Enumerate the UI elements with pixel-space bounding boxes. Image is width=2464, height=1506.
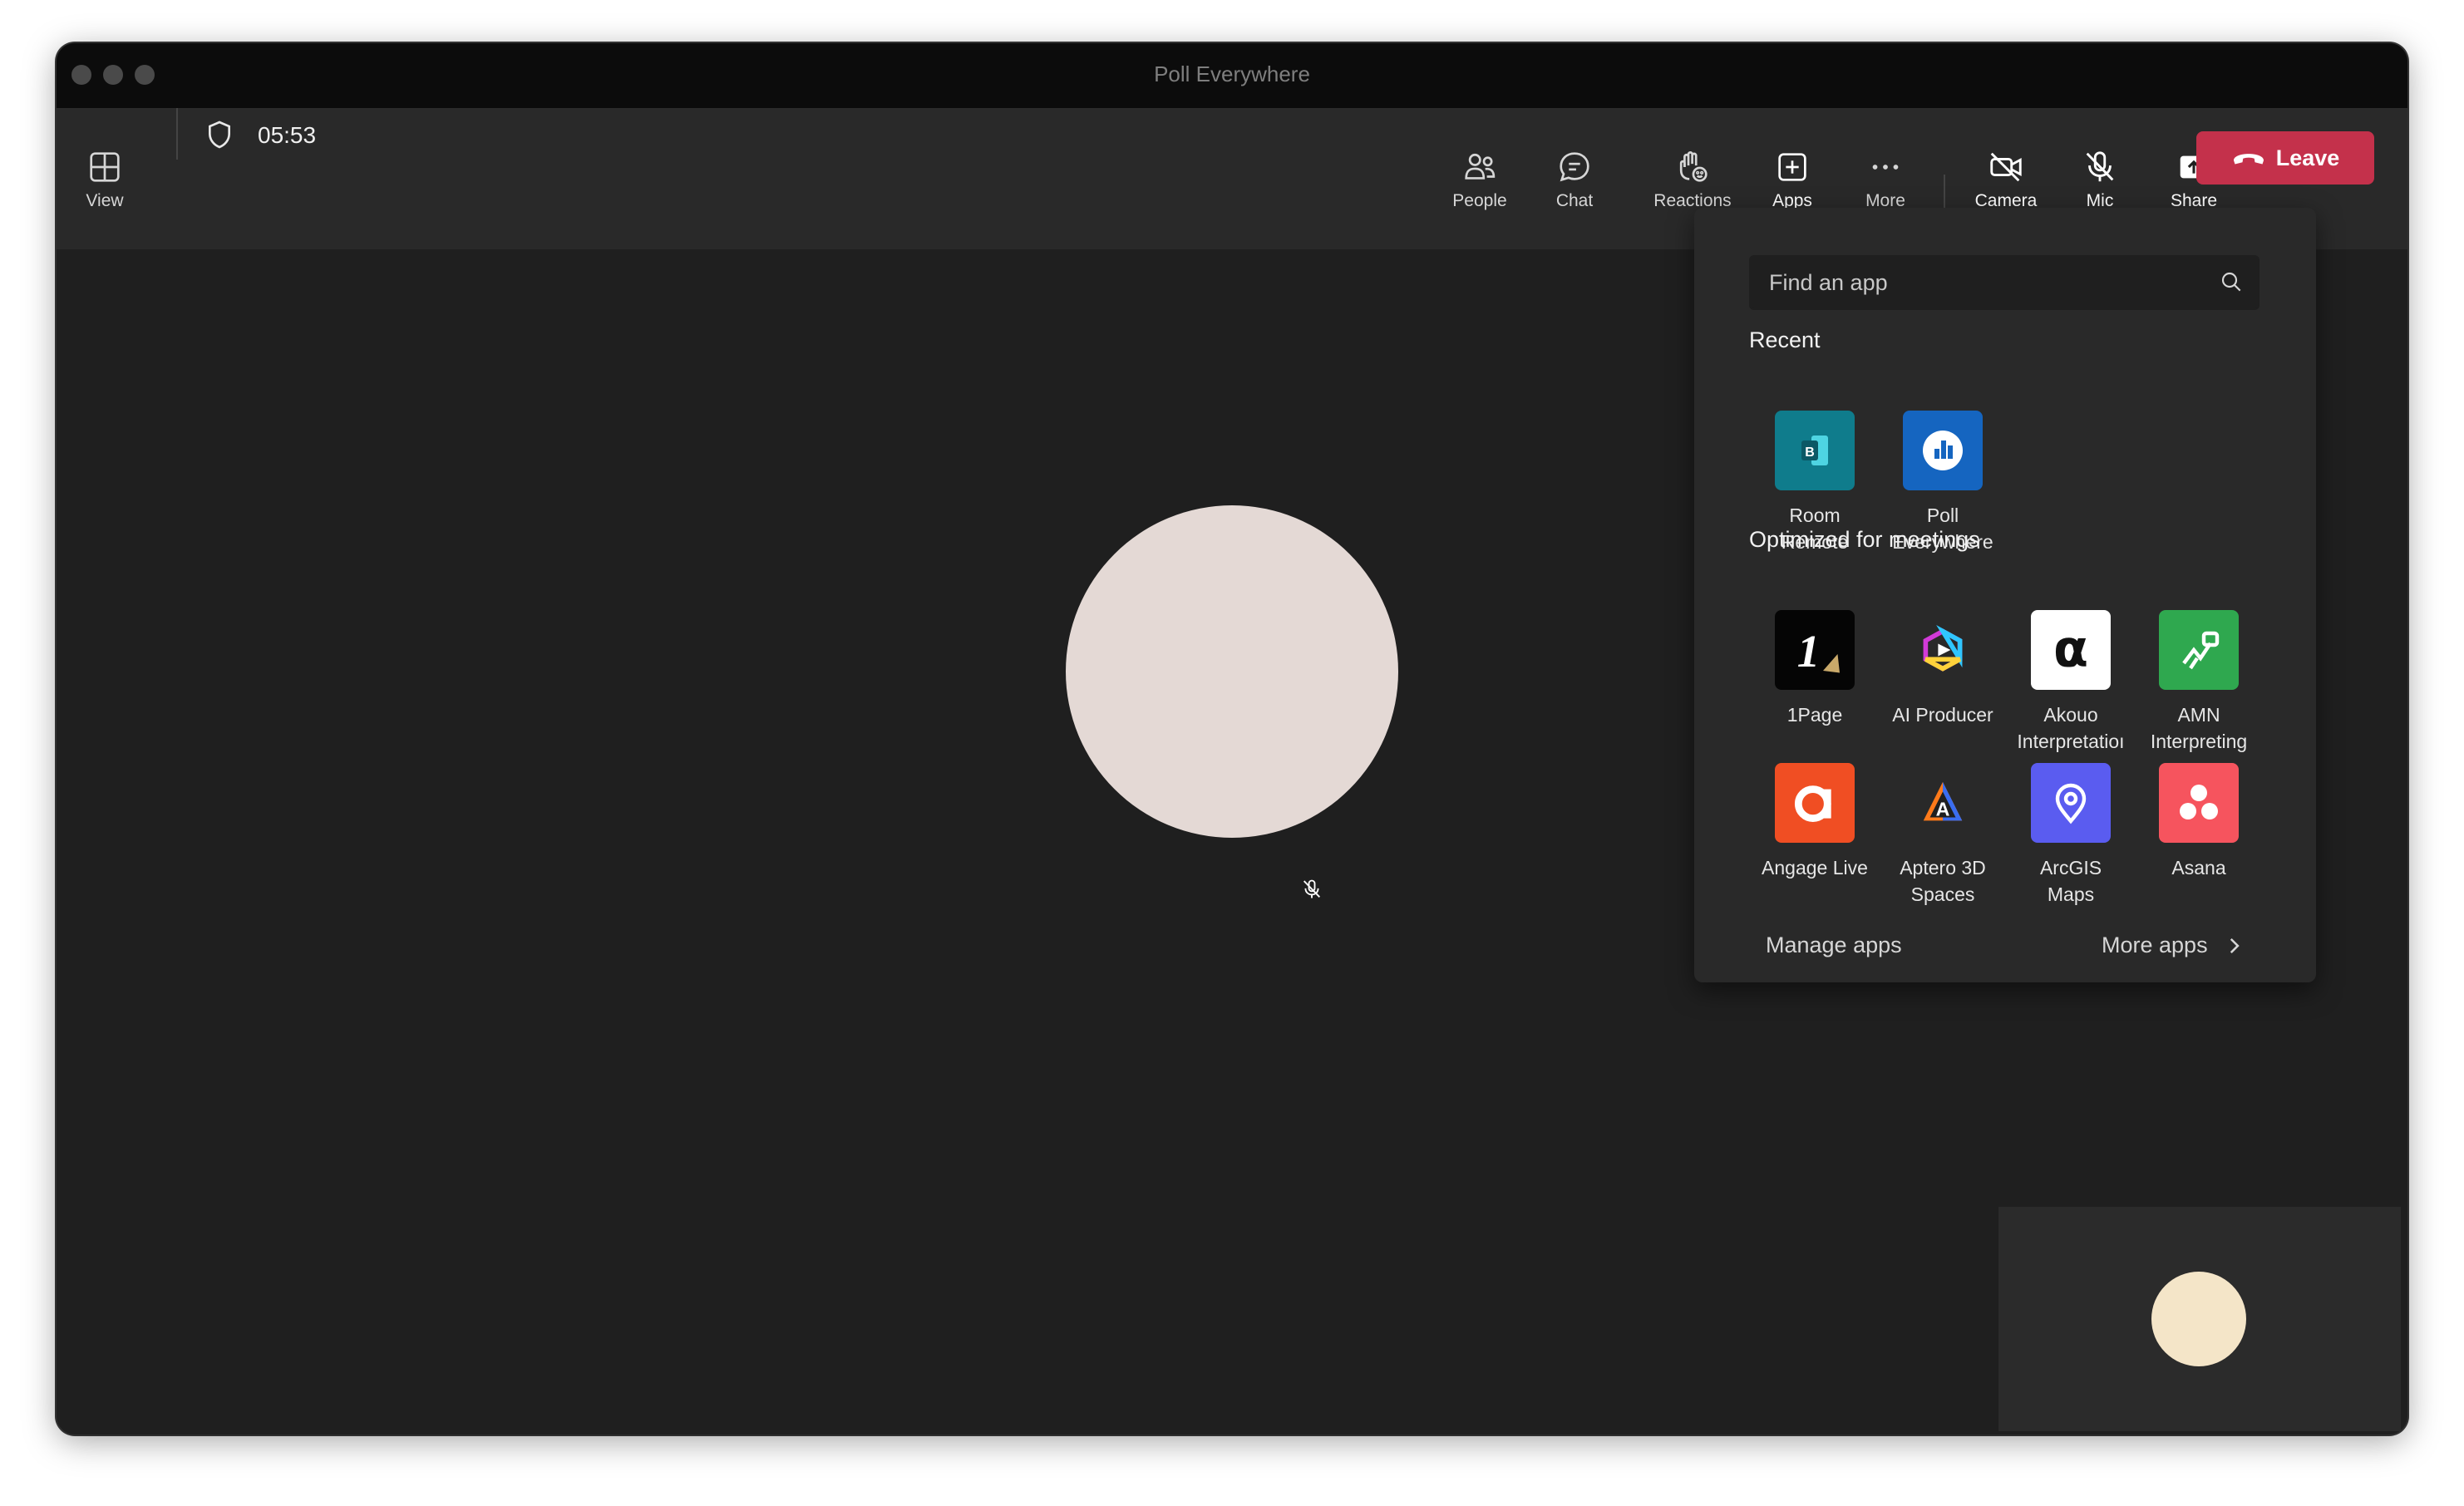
- mic-off-icon: [2086, 151, 2114, 182]
- svg-text:α: α: [2053, 621, 2088, 679]
- app-asana[interactable]: Asana: [2135, 763, 2263, 881]
- people-button[interactable]: People: [1438, 110, 1521, 249]
- camera-off-icon: [1990, 152, 2022, 182]
- app-arcgis-maps[interactable]: ArcGIS Maps: [2007, 763, 2135, 908]
- view-label: View: [86, 191, 124, 210]
- manage-apps-link[interactable]: Manage apps: [1766, 933, 1902, 958]
- amn-interpreting-icon: [2159, 610, 2239, 690]
- poll-everywhere-icon: [1903, 411, 1983, 490]
- app-name: AMN Interpreting: [2150, 704, 2248, 752]
- toolbar-divider: [176, 108, 178, 160]
- app-name: AI Producer: [1892, 704, 1993, 726]
- more-apps-link[interactable]: More apps: [2102, 933, 2243, 958]
- participant-muted-icon: [1303, 879, 1321, 898]
- raised-hand-icon: [1679, 151, 1708, 182]
- asana-icon: [2159, 763, 2239, 843]
- chat-bubble-icon: [1560, 152, 1589, 182]
- find-app-search[interactable]: [1749, 255, 2259, 310]
- svg-text:A: A: [1936, 799, 1950, 820]
- more-apps-label: More apps: [2102, 933, 2208, 957]
- svg-text:1: 1: [1797, 626, 1821, 677]
- people-icon: [1465, 153, 1496, 180]
- title-bar: Poll Everywhere: [57, 43, 2407, 110]
- view-button[interactable]: View: [67, 110, 143, 249]
- angage-live-icon: [1775, 763, 1855, 843]
- optimized-section-title: Optimized for meetings: [1749, 527, 1980, 552]
- app-name: ArcGIS Maps: [2039, 857, 2102, 905]
- aptero-icon: A: [1903, 763, 1983, 843]
- svg-text:B: B: [1805, 445, 1815, 460]
- phone-hangup-icon: [2233, 154, 2264, 165]
- chevron-right-icon: [2230, 938, 2240, 953]
- window-title: Poll Everywhere: [1154, 62, 1310, 86]
- search-icon[interactable]: [2218, 268, 2245, 295]
- app-name: 1Page: [1786, 704, 1843, 726]
- 1page-icon: 1: [1775, 610, 1855, 690]
- app-amn-interpreting[interactable]: AMN Interpreting: [2135, 610, 2263, 755]
- leave-button[interactable]: Leave: [2196, 131, 2374, 185]
- participant-avatar: [1066, 505, 1398, 838]
- app-1page[interactable]: 1 1Page: [1751, 610, 1879, 728]
- recent-section-title: Recent: [1749, 327, 1821, 352]
- app-name: Asana: [2171, 857, 2226, 878]
- chat-button[interactable]: Chat: [1541, 110, 1608, 249]
- app-name: Akouo Interpretatioı: [2017, 704, 2125, 752]
- app-angage-live[interactable]: Angage Live: [1751, 763, 1879, 881]
- arcgis-location-icon: [2031, 763, 2111, 843]
- self-avatar: [2151, 1272, 2246, 1366]
- meeting-timer: 05:53: [258, 122, 317, 148]
- teams-meeting-window: Poll Everywhere View 05:53 People Chat R…: [57, 43, 2407, 1435]
- akouo-alpha-icon: α: [2031, 610, 2111, 690]
- find-app-input[interactable]: [1749, 255, 2220, 310]
- app-name: Aptero 3D Spaces: [1900, 857, 1986, 905]
- grid-icon: [90, 152, 120, 182]
- app-name: Angage Live: [1762, 857, 1868, 878]
- plus-square-icon: [1778, 153, 1806, 181]
- shield-icon[interactable]: [203, 118, 236, 151]
- ai-producer-icon: [1903, 610, 1983, 690]
- leave-label: Leave: [2275, 145, 2340, 170]
- app-aptero-3d-spaces[interactable]: A Aptero 3D Spaces: [1879, 763, 2007, 908]
- chat-label: Chat: [1555, 191, 1594, 210]
- room-remote-icon: B: [1775, 411, 1855, 490]
- app-akouo-interpretation[interactable]: α Akouo Interpretatioı: [2007, 610, 2135, 755]
- app-ai-producer[interactable]: AI Producer: [1879, 610, 2007, 728]
- ellipsis-icon: [1872, 165, 1899, 170]
- people-label: People: [1452, 191, 1507, 210]
- apps-flyout: Recent B RoomRemote Po: [1694, 208, 2316, 982]
